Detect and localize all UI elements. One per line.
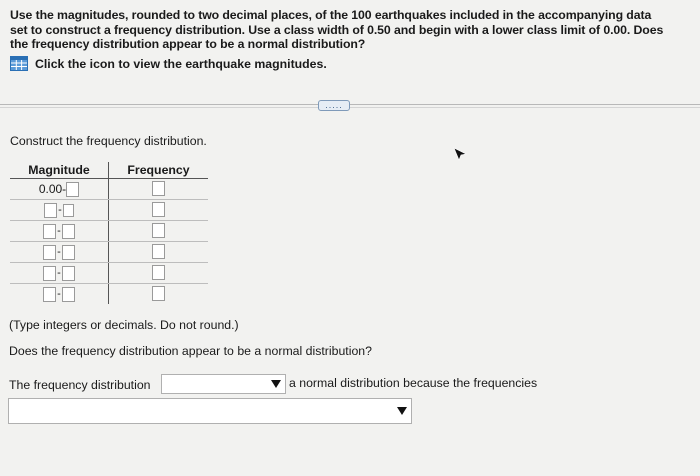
upper-limit-input[interactable] xyxy=(61,286,75,302)
upper-limit-input[interactable] xyxy=(66,181,80,197)
dropdown-arrow-icon[interactable] xyxy=(270,378,282,390)
table-row: 0.00- xyxy=(10,178,208,200)
appearance-dropdown[interactable] xyxy=(161,374,286,394)
more-button[interactable]: ..... xyxy=(318,100,350,111)
divider xyxy=(0,104,700,105)
frequency-header: Frequency xyxy=(108,162,208,179)
frequency-input[interactable] xyxy=(152,202,165,218)
section-label: Construct the frequency distribution. xyxy=(10,134,207,148)
reason-dropdown[interactable] xyxy=(8,398,412,424)
table-row: - xyxy=(10,199,208,221)
table-row: - xyxy=(10,262,208,284)
lower-limit-input[interactable] xyxy=(43,244,57,260)
table-row: - xyxy=(10,220,208,242)
upper-limit-input[interactable] xyxy=(62,203,74,217)
lower-limit-input[interactable] xyxy=(43,223,57,239)
frequency-input[interactable] xyxy=(152,181,165,197)
upper-limit-input[interactable] xyxy=(61,244,75,260)
frequency-table: Magnitude Frequency 0.00- - - - - - xyxy=(10,162,208,304)
question-text: Use the magnitudes, rounded to two decim… xyxy=(10,8,664,51)
data-link-label[interactable]: Click the icon to view the earthquake ma… xyxy=(35,57,327,71)
first-lower-limit: 0.00- xyxy=(38,182,67,196)
lower-limit-input[interactable] xyxy=(43,265,57,281)
answer-prefix: The frequency distribution xyxy=(9,378,151,392)
frequency-input[interactable] xyxy=(152,244,165,260)
divider xyxy=(0,107,700,108)
input-note: (Type integers or decimals. Do not round… xyxy=(9,318,239,332)
mouse-cursor-icon xyxy=(452,146,468,167)
data-link-row[interactable]: Click the icon to view the earthquake ma… xyxy=(10,56,327,71)
upper-limit-input[interactable] xyxy=(61,223,75,239)
lower-limit-input[interactable] xyxy=(44,202,58,218)
lower-limit-input[interactable] xyxy=(43,286,57,302)
magnitude-header: Magnitude xyxy=(10,162,109,179)
frequency-input[interactable] xyxy=(152,223,165,239)
table-icon[interactable] xyxy=(10,56,28,71)
frequency-input[interactable] xyxy=(152,286,165,302)
table-row: - xyxy=(10,283,208,304)
table-row: - xyxy=(10,241,208,263)
frequency-input[interactable] xyxy=(152,265,165,281)
answer-suffix: a normal distribution because the freque… xyxy=(289,376,538,390)
dropdown-arrow-icon[interactable] xyxy=(396,405,408,417)
upper-limit-input[interactable] xyxy=(61,265,75,281)
question-normal-distribution: Does the frequency distribution appear t… xyxy=(9,344,372,358)
